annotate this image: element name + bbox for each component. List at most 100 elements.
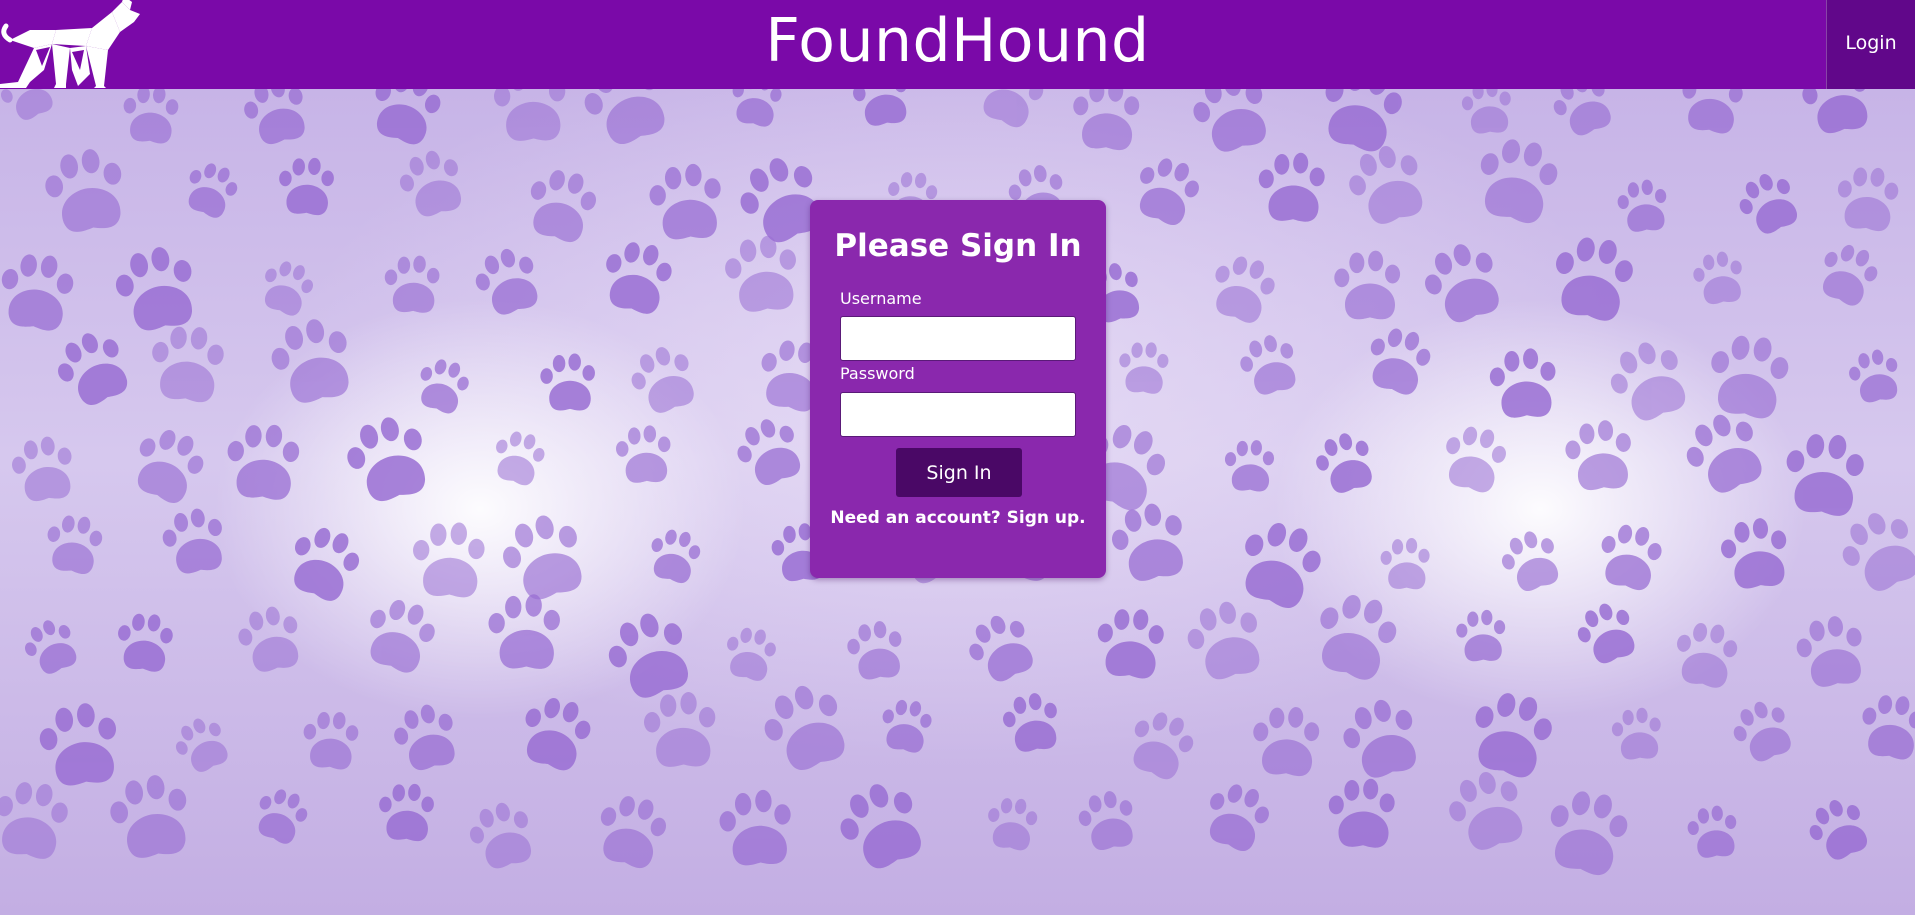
- paw-print-icon: [1097, 609, 1164, 679]
- username-input[interactable]: [840, 316, 1076, 361]
- paw-print-icon: [1682, 89, 1743, 134]
- paw-print-icon: [882, 699, 932, 753]
- paw-print-icon: [969, 615, 1033, 682]
- paw-print-icon: [1461, 89, 1511, 134]
- paw-print-icon: [1739, 174, 1797, 234]
- paw-print-icon: [1802, 89, 1868, 134]
- paw-print-icon: [1343, 699, 1416, 778]
- paw-print-icon: [152, 326, 224, 403]
- paw-print-icon: [1786, 434, 1864, 516]
- password-input[interactable]: [840, 392, 1076, 437]
- paw-print-icon: [47, 515, 103, 575]
- paw-print-icon: [1370, 328, 1431, 395]
- paw-print-icon: [420, 359, 469, 414]
- paw-print-icon: [1334, 250, 1401, 320]
- paw-print-icon: [988, 798, 1038, 851]
- paw-print-icon: [1456, 609, 1506, 662]
- paw-print-icon: [238, 606, 299, 672]
- paw-print-icon: [503, 515, 582, 600]
- paw-print-icon: [45, 149, 122, 232]
- paw-print-icon: [1320, 595, 1397, 680]
- paw-print-icon: [1601, 524, 1662, 590]
- paw-print-icon: [279, 157, 334, 216]
- paw-print-icon: [1489, 348, 1556, 418]
- paw-print-icon: [1686, 414, 1762, 493]
- paw-print-icon: [1111, 503, 1183, 581]
- paw-print-icon: [840, 784, 921, 869]
- paw-print-icon: [1380, 537, 1430, 590]
- paw-print-icon: [1617, 179, 1667, 232]
- paw-print-icon: [258, 789, 308, 844]
- paw-print-icon: [1253, 707, 1320, 777]
- paw-print-icon: [1837, 167, 1899, 232]
- paw-print-icon: [1823, 244, 1878, 306]
- paw-print-icon: [347, 417, 426, 502]
- paw-print-icon: [1245, 522, 1321, 609]
- paw-print-icon: [1611, 707, 1661, 760]
- paw-print-icon: [1553, 89, 1611, 136]
- paw-print-icon: [384, 255, 440, 313]
- paw-print-icon: [1577, 603, 1635, 664]
- paw-print-icon: [188, 163, 238, 218]
- paw-print-icon: [1119, 342, 1169, 394]
- paw-print-icon: [1258, 152, 1325, 222]
- paw-print-icon: [1139, 158, 1199, 226]
- paw-print-icon: [732, 89, 782, 127]
- paw-print-icon: [39, 703, 117, 786]
- paw-print-icon: [1550, 791, 1628, 876]
- signin-title: Please Sign In: [834, 228, 1082, 264]
- paw-print-icon: [0, 89, 53, 120]
- paw-print-icon: [606, 242, 672, 314]
- paw-print-icon: [162, 508, 222, 574]
- sign-in-button[interactable]: Sign In: [896, 448, 1022, 497]
- paw-print-icon: [1565, 420, 1631, 491]
- paw-print-icon: [118, 613, 173, 672]
- paw-print-icon: [1240, 335, 1296, 395]
- paw-print-icon: [615, 425, 671, 483]
- paw-print-icon: [496, 431, 545, 486]
- paw-print-icon: [375, 89, 441, 145]
- paw-print-icon: [600, 796, 667, 869]
- paw-print-icon: [264, 261, 313, 316]
- paw-print-icon: [1721, 518, 1787, 589]
- site-title: FoundHound: [765, 6, 1150, 76]
- paw-print-icon: [1209, 784, 1269, 852]
- paw-print-icon: [137, 429, 204, 504]
- paw-print-icon: [1693, 251, 1742, 305]
- signup-link[interactable]: Need an account? Sign up.: [810, 508, 1106, 528]
- paw-print-icon: [725, 235, 796, 312]
- paw-print-icon: [847, 621, 902, 680]
- paw-print-icon: [983, 89, 1044, 128]
- paw-print-icon: [1733, 701, 1791, 762]
- paw-print-icon: [488, 594, 560, 669]
- paw-print-icon: [1796, 616, 1862, 687]
- signin-card: Please Sign In Username Password Sign In…: [810, 200, 1106, 578]
- paw-print-icon: [727, 627, 776, 681]
- paw-print-icon: [1328, 778, 1395, 848]
- paw-print-icon: [1449, 772, 1523, 850]
- paw-print-icon: [584, 89, 665, 145]
- login-link[interactable]: Login: [1826, 0, 1915, 89]
- paw-print-icon: [1425, 244, 1499, 323]
- paw-print-icon: [1187, 601, 1260, 680]
- paw-print-icon: [303, 712, 359, 770]
- paw-print-icon: [123, 89, 179, 144]
- paw-print-icon: [643, 692, 716, 767]
- paw-print-icon: [469, 802, 532, 869]
- paw-print-icon: [493, 89, 566, 141]
- paw-print-icon: [1809, 800, 1867, 860]
- dog-logo-icon[interactable]: [0, 0, 160, 89]
- paw-print-icon: [530, 170, 597, 243]
- paw-print-icon: [475, 248, 538, 315]
- paw-print-icon: [1862, 695, 1915, 760]
- paw-print-icon: [719, 789, 791, 866]
- paw-print-icon: [271, 319, 349, 403]
- paw-print-icon: [379, 783, 434, 842]
- paw-print-icon: [1480, 139, 1558, 224]
- paw-print-icon: [631, 347, 694, 413]
- paw-print-icon: [370, 599, 435, 673]
- username-label: Username: [840, 289, 922, 308]
- paw-print-icon: [1501, 531, 1559, 592]
- paw-print-icon: [115, 247, 192, 331]
- paw-print-icon: [0, 782, 68, 859]
